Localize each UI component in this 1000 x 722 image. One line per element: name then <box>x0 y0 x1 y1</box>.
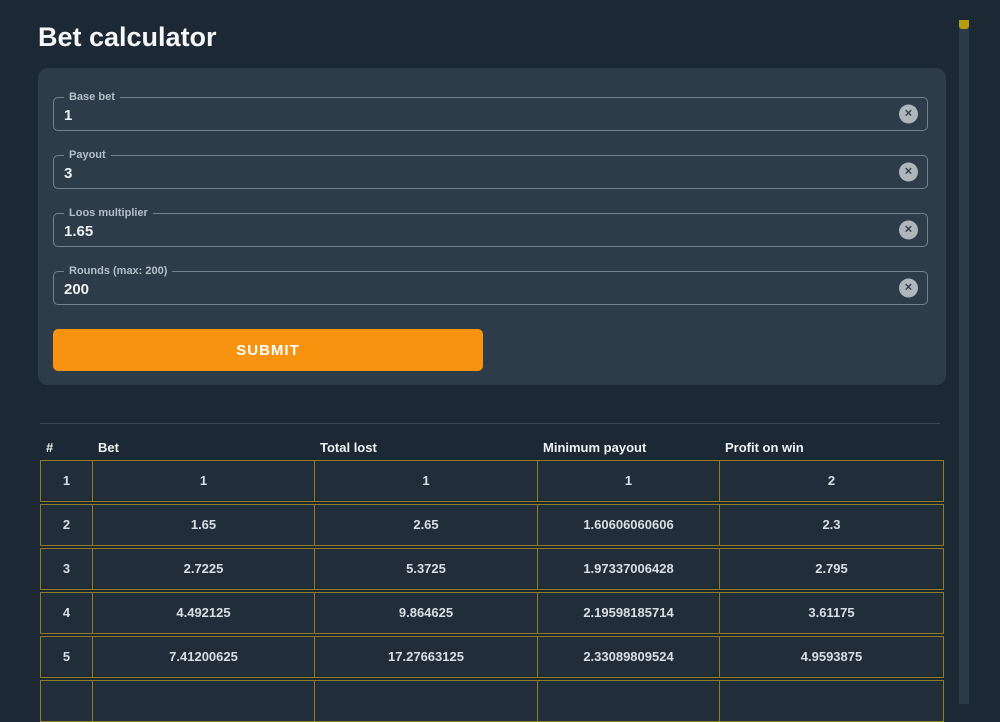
table-cell <box>93 681 315 721</box>
base-bet-field: Base bet ✕ <box>53 97 928 131</box>
base-bet-input[interactable] <box>54 98 927 130</box>
column-header-number: # <box>40 440 92 455</box>
payout-clear-button[interactable]: ✕ <box>899 163 918 182</box>
divider <box>40 423 940 424</box>
table-cell: 1.65 <box>93 505 315 545</box>
rounds-input[interactable] <box>54 272 927 304</box>
table-row-partial <box>40 680 944 722</box>
submit-button[interactable]: SUBMIT <box>53 329 483 371</box>
loss-multiplier-clear-button[interactable]: ✕ <box>899 221 918 240</box>
clear-icon: ✕ <box>904 225 912 235</box>
table-cell: 3.61175 <box>720 593 943 633</box>
payout-input[interactable] <box>54 156 927 188</box>
table-cell: 2.65 <box>315 505 538 545</box>
table-row: 1 1 1 1 2 <box>40 460 944 502</box>
column-header-total-lost: Total lost <box>314 440 537 455</box>
table-cell: 2.3 <box>720 505 943 545</box>
table-cell <box>720 681 943 721</box>
table-cell: 7.41200625 <box>93 637 315 677</box>
base-bet-clear-button[interactable]: ✕ <box>899 105 918 124</box>
table-cell: 1.60606060606 <box>538 505 720 545</box>
clear-icon: ✕ <box>904 283 912 293</box>
table-cell: 1 <box>41 461 93 501</box>
bet-calculator-form: Base bet ✕ Payout ✕ Loos multiplier ✕ Ro… <box>38 68 946 385</box>
table-cell: 2 <box>41 505 93 545</box>
table-cell: 9.864625 <box>315 593 538 633</box>
table-cell: 2 <box>720 461 943 501</box>
table-cell: 2.33089809524 <box>538 637 720 677</box>
table-cell: 4.492125 <box>93 593 315 633</box>
table-cell: 1 <box>538 461 720 501</box>
payout-field: Payout ✕ <box>53 155 928 189</box>
clear-icon: ✕ <box>904 167 912 177</box>
rounds-field: Rounds (max: 200) ✕ <box>53 271 928 305</box>
table-cell: 2.795 <box>720 549 943 589</box>
table-cell <box>538 681 720 721</box>
rounds-clear-button[interactable]: ✕ <box>899 279 918 298</box>
scrollbar-thumb[interactable] <box>959 20 969 29</box>
table-cell <box>315 681 538 721</box>
loss-multiplier-field: Loos multiplier ✕ <box>53 213 928 247</box>
table-row: 3 2.7225 5.3725 1.97337006428 2.795 <box>40 548 944 590</box>
table-cell: 4.9593875 <box>720 637 943 677</box>
table-cell: 5 <box>41 637 93 677</box>
table-cell: 1 <box>93 461 315 501</box>
table-cell <box>41 681 93 721</box>
table-cell: 17.27663125 <box>315 637 538 677</box>
table-cell: 1 <box>315 461 538 501</box>
table-cell: 5.3725 <box>315 549 538 589</box>
table-cell: 2.7225 <box>93 549 315 589</box>
table-header-row: # Bet Total lost Minimum payout Profit o… <box>40 436 944 458</box>
clear-icon: ✕ <box>904 109 912 119</box>
table-cell: 2.19598185714 <box>538 593 720 633</box>
table-row: 5 7.41200625 17.27663125 2.33089809524 4… <box>40 636 944 678</box>
results-table: # Bet Total lost Minimum payout Profit o… <box>40 436 944 722</box>
loss-multiplier-input[interactable] <box>54 214 927 246</box>
column-header-bet: Bet <box>92 440 314 455</box>
table-cell: 3 <box>41 549 93 589</box>
table-row: 4 4.492125 9.864625 2.19598185714 3.6117… <box>40 592 944 634</box>
page: Bet calculator Base bet ✕ Payout ✕ Loos … <box>0 20 1000 704</box>
column-header-minimum-payout: Minimum payout <box>537 440 719 455</box>
table-cell: 1.97337006428 <box>538 549 720 589</box>
page-title: Bet calculator <box>38 20 1000 54</box>
column-header-profit-on-win: Profit on win <box>719 440 944 455</box>
table-row: 2 1.65 2.65 1.60606060606 2.3 <box>40 504 944 546</box>
table-cell: 4 <box>41 593 93 633</box>
scrollbar-track[interactable] <box>959 20 969 704</box>
